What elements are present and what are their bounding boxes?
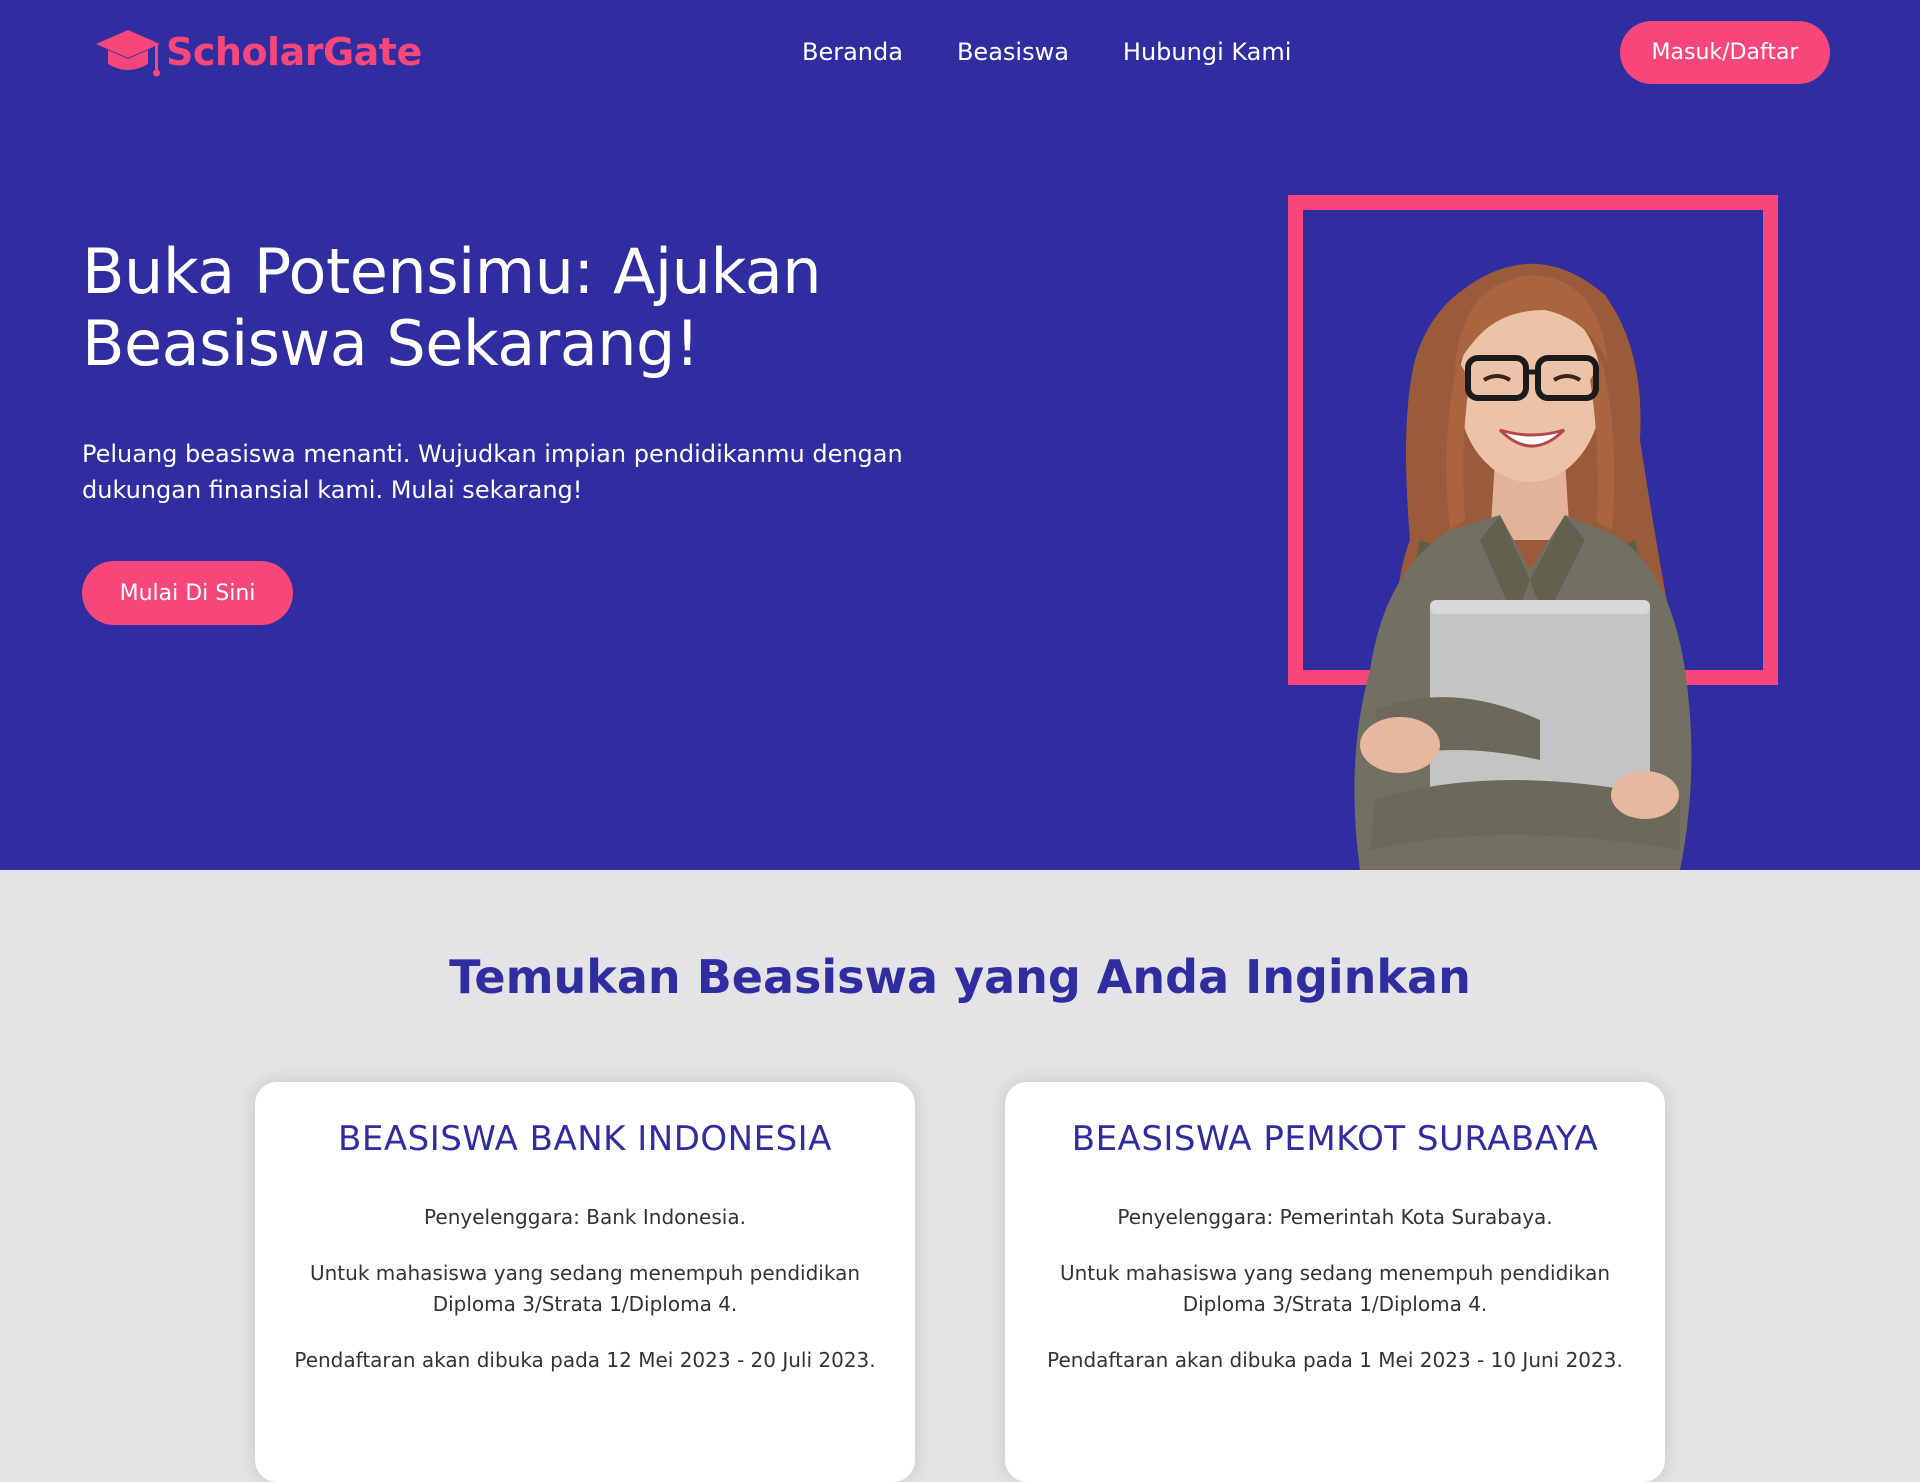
card-description: Untuk mahasiswa yang sedang menempuh pen… <box>309 1261 861 1316</box>
hero-subtitle: Peluang beasiswa menanti. Wujudkan impia… <box>82 440 903 504</box>
nav-link-beasiswa[interactable]: Beasiswa <box>957 34 1069 70</box>
student-photo <box>1354 263 1692 870</box>
nav-link-beranda[interactable]: Beranda <box>802 34 903 70</box>
card-description: Untuk mahasiswa yang sedang menempuh pen… <box>1059 1261 1611 1316</box>
main-nav: Beranda Beasiswa Hubungi Kami <box>802 34 1291 70</box>
card-organizer: Penyelenggara: Bank Indonesia. <box>424 1205 746 1229</box>
card-registration: Pendaftaran akan dibuka pada 12 Mei 2023… <box>294 1348 876 1372</box>
card-title: BEASISWA BANK INDONESIA <box>338 1119 832 1159</box>
scholarship-card[interactable]: BEASISWA BANK INDONESIA Penyelenggara: B… <box>255 1082 915 1482</box>
card-title: BEASISWA PEMKOT SURABAYA <box>1071 1119 1599 1159</box>
hero-section: ScholarGate Beranda Beasiswa Hubungi Kam… <box>0 0 1920 870</box>
login-register-button[interactable]: Masuk/Daftar <box>1620 21 1830 84</box>
card-organizer: Penyelenggara: Pemerintah Kota Surabaya. <box>1117 1205 1553 1229</box>
card-registration: Pendaftaran akan dibuka pada 1 Mei 2023 … <box>1047 1348 1623 1372</box>
get-started-button[interactable]: Mulai Di Sini <box>82 561 293 625</box>
graduation-cap-icon <box>96 30 160 77</box>
nav-link-hubungi-kami[interactable]: Hubungi Kami <box>1123 34 1292 70</box>
brand-name: ScholarGate <box>166 30 422 74</box>
brand-logo[interactable]: ScholarGate <box>92 24 422 80</box>
scholarship-card[interactable]: BEASISWA PEMKOT SURABAYA Penyelenggara: … <box>1005 1082 1665 1482</box>
section-title: Temukan Beasiswa yang Anda Inginkan <box>449 950 1471 1004</box>
hero-title: Buka Potensimu: Ajukan Beasiswa Sekarang… <box>82 235 822 380</box>
